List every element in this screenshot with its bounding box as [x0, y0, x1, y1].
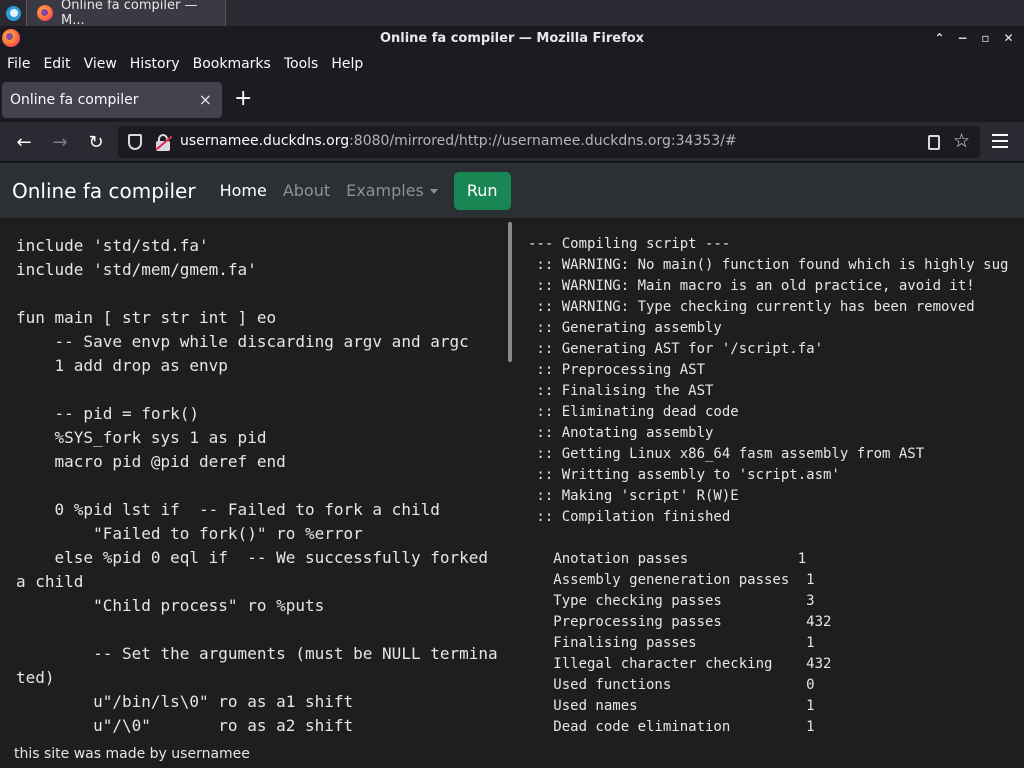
code-text[interactable]: include 'std/std.fa' include 'std/mem/gm…	[16, 234, 506, 738]
nav-link-about[interactable]: About	[283, 181, 330, 200]
code-editor[interactable]: include 'std/std.fa' include 'std/mem/gm…	[0, 218, 515, 745]
window-titlebar: Online fa compiler — Mozilla Firefox ⌃ −…	[0, 26, 1024, 50]
menu-view[interactable]: View	[84, 56, 117, 72]
menu-file[interactable]: File	[7, 56, 30, 72]
run-button[interactable]: Run	[453, 171, 511, 210]
insecure-lock-icon[interactable]	[155, 134, 173, 151]
new-tab-button[interactable]: +	[234, 88, 252, 110]
menu-bookmarks[interactable]: Bookmarks	[193, 56, 271, 72]
app-menu-icon[interactable]	[992, 134, 1008, 148]
reload-button[interactable]: ↻	[84, 130, 108, 154]
editor-scrollbar[interactable]	[508, 222, 512, 362]
tab-close-icon[interactable]: ×	[199, 90, 212, 109]
close-window-button[interactable]: ✕	[997, 31, 1020, 45]
url-bar[interactable]: usernamee.duckdns.org:8080/mirrored/http…	[118, 126, 980, 158]
page-content: Online fa compiler Home About Examples R…	[0, 163, 1024, 768]
window-controls: ⌃ − ▫ ✕	[928, 26, 1020, 50]
maximize-button[interactable]: ▫	[974, 31, 997, 45]
site-navbar: Online fa compiler Home About Examples R…	[0, 163, 1024, 218]
firefox-icon	[37, 5, 53, 21]
system-menu-icon[interactable]	[0, 0, 26, 26]
bookmark-star-icon[interactable]: ☆	[953, 130, 970, 152]
navigation-toolbar: ← → ↻ usernamee.duckdns.org:8080/mirrore…	[0, 122, 1024, 162]
tab-label: Online fa compiler	[10, 92, 139, 108]
forward-button[interactable]: →	[48, 130, 72, 154]
keep-above-button[interactable]: ⌃	[928, 31, 951, 45]
taskbar-task-firefox[interactable]: Online fa compiler — M...	[26, 0, 226, 28]
menu-bar: File Edit View History Bookmarks Tools H…	[0, 50, 1024, 78]
tab-online-fa-compiler[interactable]: Online fa compiler ×	[2, 82, 222, 118]
compiler-output: --- Compiling script --- :: WARNING: No …	[515, 218, 1024, 768]
tracking-protection-icon[interactable]	[128, 134, 142, 150]
menu-edit[interactable]: Edit	[43, 56, 70, 72]
back-button[interactable]: ←	[12, 130, 36, 154]
nav-link-home[interactable]: Home	[220, 181, 267, 200]
site-footer: this site was made by usernamee	[14, 746, 250, 762]
url-host: usernamee.duckdns.org	[180, 133, 350, 149]
url-path: :8080/mirrored/http://usernamee.duckdns.…	[349, 133, 737, 149]
reader-view-icon[interactable]	[928, 135, 940, 150]
output-text: --- Compiling script --- :: WARNING: No …	[528, 236, 1009, 735]
menu-tools[interactable]: Tools	[284, 56, 319, 72]
tab-strip: Online fa compiler × +	[0, 78, 1024, 122]
url-text[interactable]: usernamee.duckdns.org:8080/mirrored/http…	[180, 133, 737, 149]
taskbar-task-label: Online fa compiler — M...	[61, 0, 198, 28]
nav-dropdown-examples[interactable]: Examples	[346, 181, 438, 200]
firefox-app-icon[interactable]	[2, 29, 20, 47]
examples-label: Examples	[346, 181, 424, 200]
menu-history[interactable]: History	[130, 56, 180, 72]
menu-help[interactable]: Help	[331, 56, 363, 72]
caret-down-icon	[429, 189, 438, 194]
window-title: Online fa compiler — Mozilla Firefox	[379, 30, 645, 46]
site-brand[interactable]: Online fa compiler	[12, 179, 196, 203]
minimize-button[interactable]: −	[951, 31, 974, 45]
taskbar: Online fa compiler — M...	[0, 0, 1024, 28]
